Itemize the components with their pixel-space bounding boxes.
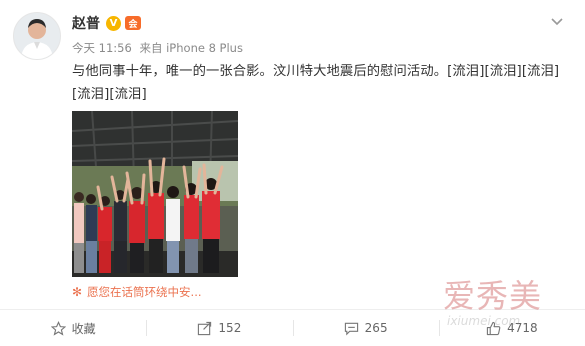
post-meta: 今天 11:56 来自 iPhone 8 Plus [72, 40, 247, 56]
author-name[interactable]: 赵普 [72, 13, 100, 33]
like-button[interactable]: 4718 [438, 310, 585, 346]
post-text-line: [流泪][流泪] [72, 87, 147, 102]
comment-count: 265 [364, 321, 388, 335]
post-text: 与他同事十年，唯一的一张合影。汶川特大地震后的慰问活动。[流泪][流泪][流泪]… [72, 60, 572, 106]
action-bar: 收藏 152 265 4718 [0, 310, 585, 346]
verified-badge-icon: V [106, 15, 121, 31]
star-icon [50, 320, 66, 336]
thumbs-up-icon [486, 321, 501, 336]
comment-button[interactable]: 265 [292, 310, 439, 346]
ad-text: 愿您在话筒环绕中安... [87, 285, 202, 299]
repost-count: 152 [218, 321, 242, 335]
repost-button[interactable]: 152 [146, 310, 292, 346]
favorite-label: 收藏 [71, 321, 96, 336]
share-icon [197, 321, 212, 336]
post-photo[interactable] [72, 111, 238, 277]
chevron-down-icon[interactable] [549, 14, 565, 30]
post-text-line: 与他同事十年，唯一的一张合影。汶川特大地震后的慰问活动。[流泪][流泪][流泪] [72, 64, 560, 79]
like-count: 4718 [507, 321, 538, 335]
favorite-button[interactable]: 收藏 [0, 310, 146, 346]
avatar[interactable] [13, 12, 61, 60]
flower-icon: ✻ [72, 285, 83, 299]
post-header: 赵普 V 会 [72, 12, 565, 34]
comment-icon [344, 321, 359, 336]
member-badge-icon[interactable]: 会 [125, 16, 141, 30]
post-source[interactable]: 来自 iPhone 8 Plus [139, 41, 243, 55]
author-row: 赵普 V 会 [72, 12, 565, 34]
post-time[interactable]: 今天 11:56 [72, 41, 132, 55]
ad-link[interactable]: ✻ 愿您在话筒环绕中安... [72, 284, 202, 300]
